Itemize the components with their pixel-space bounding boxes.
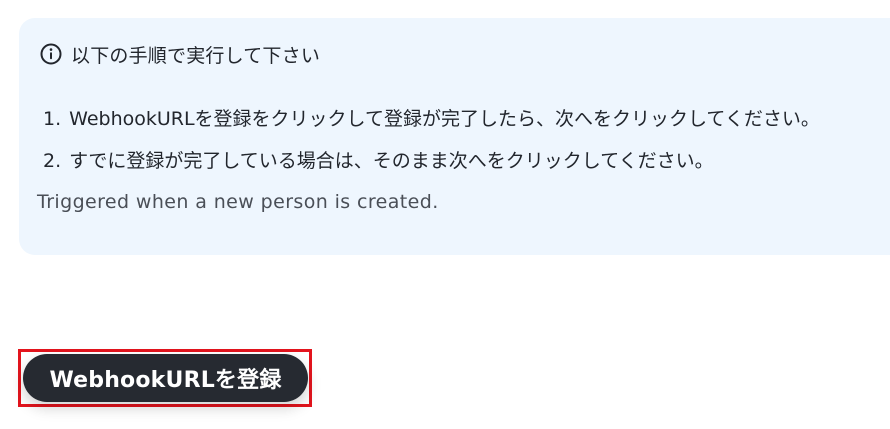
step-text: すでに登録が完了している場合は、そのまま次へをクリックしてください。	[69, 150, 714, 172]
step-text: WebhookURLを登録をクリックして登録が完了したら、次へをクリックしてくだ…	[69, 108, 820, 130]
register-webhook-url-button[interactable]: WebhookURLを登録	[23, 354, 308, 402]
info-circle-icon	[40, 43, 62, 65]
instructions-heading-text: 以下の手順で実行して下さい	[71, 44, 321, 67]
trigger-description: Triggered when a new person is created.	[37, 191, 439, 213]
step-item: 1. WebhookURLを登録をクリックして登録が完了したら、次へをクリックして…	[43, 104, 820, 131]
step-item: 2. すでに登録が完了している場合は、そのまま次へをクリックしてください。	[43, 146, 714, 173]
instructions-heading: 以下の手順で実行して下さい	[40, 42, 321, 67]
step-number: 2.	[43, 150, 62, 172]
step-number: 1.	[43, 108, 62, 130]
